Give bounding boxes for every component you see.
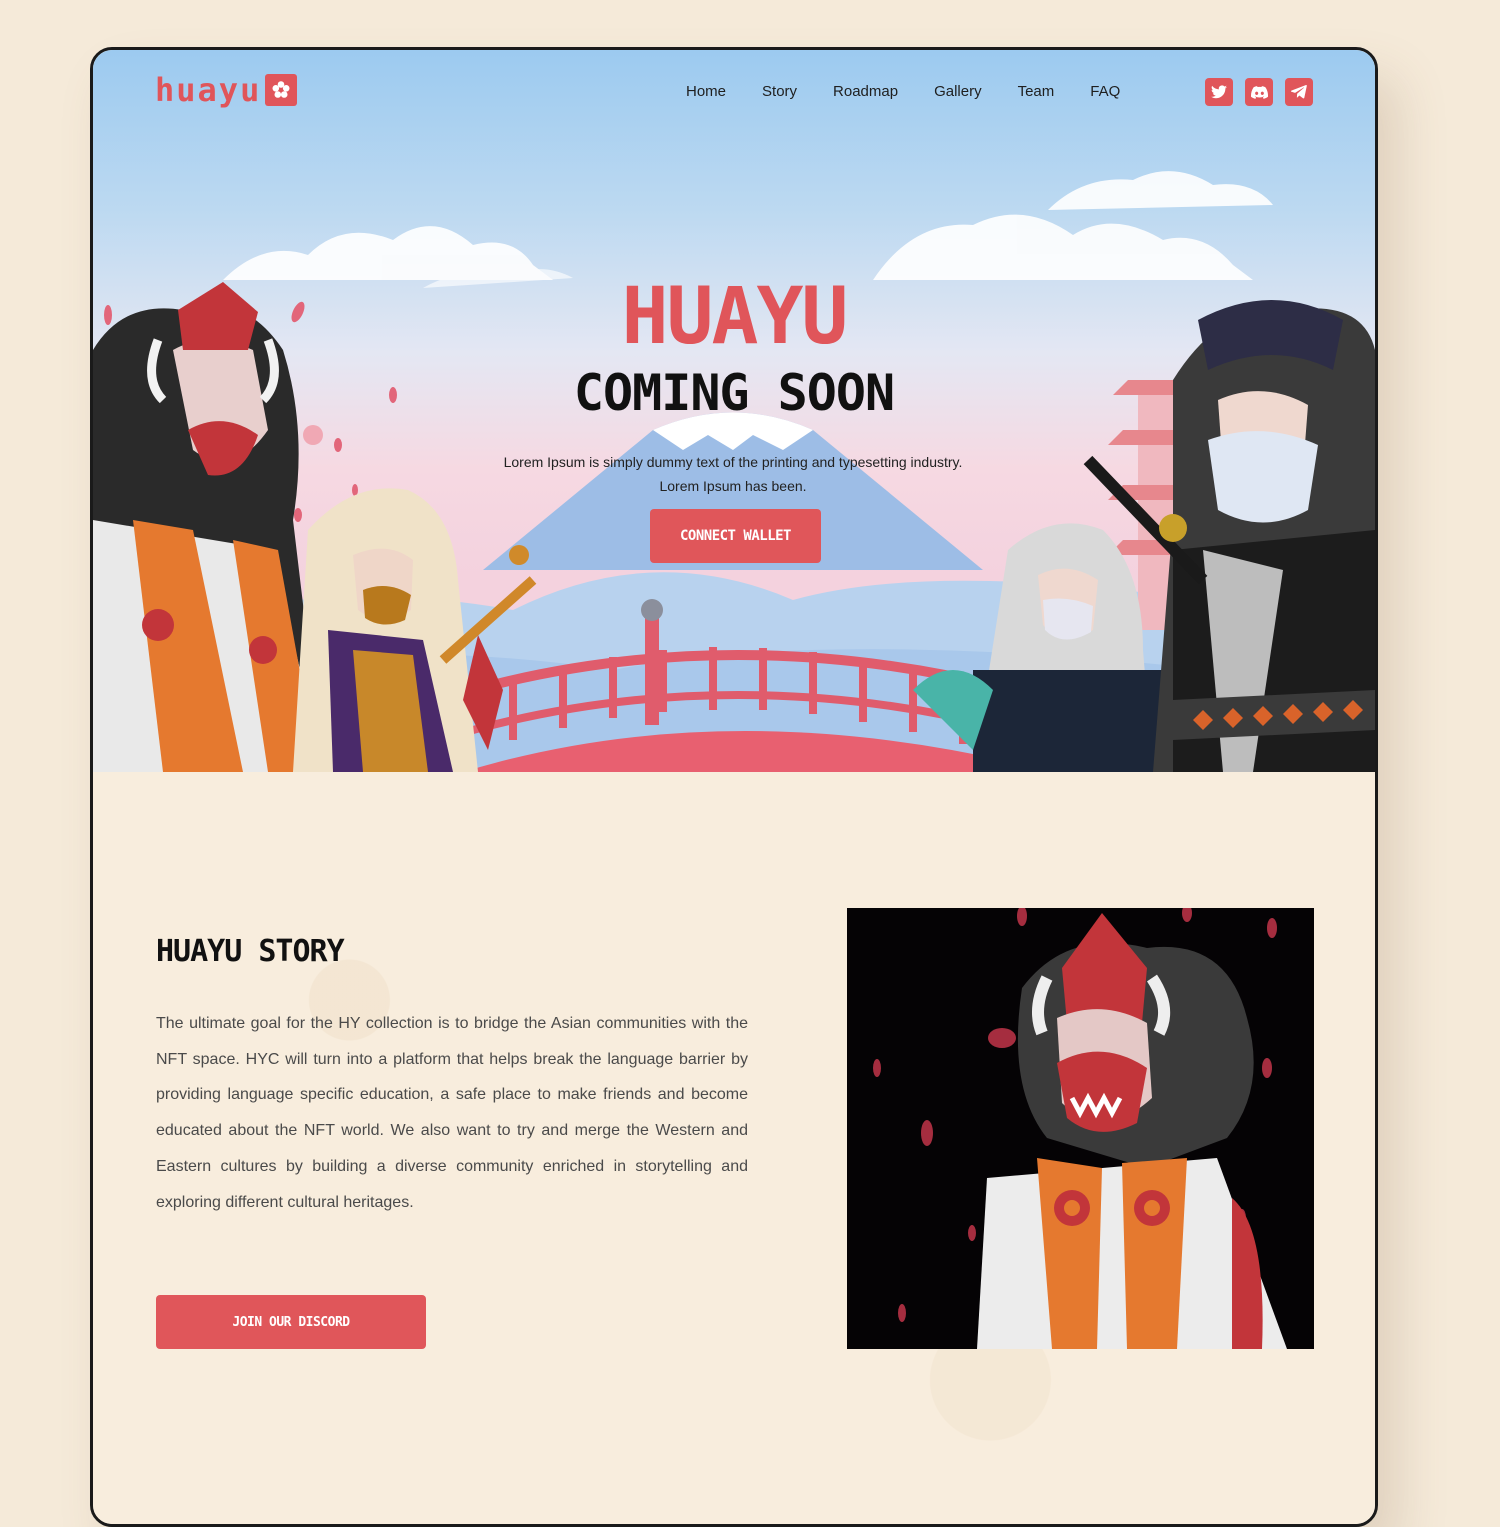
story-section: HUAYU STORY The ultimate goal for the HY…: [93, 772, 1375, 1524]
sakura-icon: [265, 74, 298, 106]
browser-frame: huayu Home Story Roadmap Gallery Team FA…: [90, 47, 1378, 1527]
telegram-icon[interactable]: [1285, 78, 1313, 106]
story-title: HUAYU STORY: [156, 934, 345, 969]
hero-title: HUAYU: [621, 272, 849, 362]
connect-wallet-button[interactable]: CONNECT WALLET: [650, 509, 821, 563]
nav-team[interactable]: Team: [1018, 83, 1055, 100]
nav-faq[interactable]: FAQ: [1090, 83, 1120, 100]
join-discord-button[interactable]: JOIN OUR DISCORD: [156, 1295, 426, 1349]
nav-home[interactable]: Home: [686, 83, 726, 100]
hero-section: huayu Home Story Roadmap Gallery Team FA…: [93, 50, 1375, 772]
twitter-icon[interactable]: [1205, 78, 1233, 106]
hero-description: Lorem Ipsum is simply dummy text of the …: [503, 454, 963, 494]
discord-icon[interactable]: [1245, 78, 1273, 106]
nav-gallery[interactable]: Gallery: [934, 83, 982, 100]
story-character-image: [847, 908, 1314, 1349]
social-links: [1205, 78, 1313, 106]
nav-story[interactable]: Story: [762, 83, 797, 100]
brand-logo[interactable]: huayu: [155, 71, 298, 109]
oni-character-illustration: [873, 908, 1287, 1349]
logo-text: huayu: [155, 71, 262, 109]
hero-subtitle: COMING SOON: [573, 364, 895, 422]
main-nav: Home Story Roadmap Gallery Team FAQ: [686, 83, 1120, 100]
nav-roadmap[interactable]: Roadmap: [833, 83, 898, 100]
story-body: The ultimate goal for the HY collection …: [156, 1015, 748, 1211]
clouds: [223, 171, 1273, 288]
